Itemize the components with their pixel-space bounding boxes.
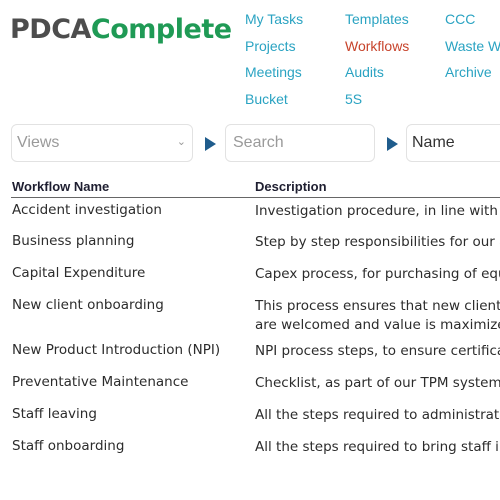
nav-projects[interactable]: Projects xyxy=(245,38,296,54)
nav-templates[interactable]: Templates xyxy=(345,11,409,27)
workflow-name[interactable]: New client onboarding xyxy=(12,297,164,313)
nav-5s[interactable]: 5S xyxy=(345,91,362,107)
sort-field-value: Name xyxy=(412,134,455,151)
play-arrow-icon[interactable] xyxy=(205,137,216,151)
workflow-description: All the steps required to bring staff in… xyxy=(255,439,500,455)
chevron-down-icon: ⌄ xyxy=(176,136,186,148)
views-select[interactable]: Views ⌄ xyxy=(11,124,193,162)
logo-part-pdca: PDCA xyxy=(10,14,91,45)
nav-meetings[interactable]: Meetings xyxy=(245,64,302,80)
workflow-description: Investigation procedure, in line with ou… xyxy=(255,203,500,219)
workflow-description: Capex process, for purchasing of equipme… xyxy=(255,266,500,282)
play-arrow-icon[interactable] xyxy=(387,137,398,151)
nav-audits[interactable]: Audits xyxy=(345,64,384,80)
sort-field-select[interactable]: Name xyxy=(406,124,500,162)
workflow-description: NPI process steps, to ensure certificati… xyxy=(255,343,500,359)
nav-bucket[interactable]: Bucket xyxy=(245,91,288,107)
workflow-name[interactable]: Staff leaving xyxy=(12,406,97,422)
workflow-description: Checklist, as part of our TPM system xyxy=(255,375,500,391)
workflow-name[interactable]: New Product Introduction (NPI) xyxy=(12,342,220,358)
nav-waste-walk[interactable]: Waste Walk xyxy=(445,38,500,54)
views-placeholder: Views xyxy=(17,134,60,151)
workflow-name[interactable]: Accident investigation xyxy=(12,202,162,218)
column-header-description[interactable]: Description xyxy=(255,179,327,194)
logo-part-complete: Complete xyxy=(90,14,232,45)
pdca-complete-logo[interactable]: PDCAComplete xyxy=(10,14,232,45)
search-input[interactable] xyxy=(231,133,374,153)
workflow-name[interactable]: Business planning xyxy=(12,233,134,249)
nav-my-tasks[interactable]: My Tasks xyxy=(245,11,303,27)
search-box[interactable] xyxy=(225,124,375,162)
nav-ccc[interactable]: CCC xyxy=(445,11,475,27)
workflow-name[interactable]: Capital Expenditure xyxy=(12,265,145,281)
nav-archive[interactable]: Archive xyxy=(445,64,492,80)
workflow-name[interactable]: Preventative Maintenance xyxy=(12,374,188,390)
header-divider xyxy=(11,197,500,198)
column-header-workflow-name[interactable]: Workflow Name xyxy=(12,179,109,194)
nav-workflows[interactable]: Workflows xyxy=(345,38,409,54)
workflow-description: All the steps required to administrate s… xyxy=(255,407,500,423)
workflow-name[interactable]: Staff onboarding xyxy=(12,438,124,454)
workflow-description: Step by step responsibilities for our an… xyxy=(255,234,500,250)
workflow-description: This process ensures that new clients ar… xyxy=(255,298,500,333)
